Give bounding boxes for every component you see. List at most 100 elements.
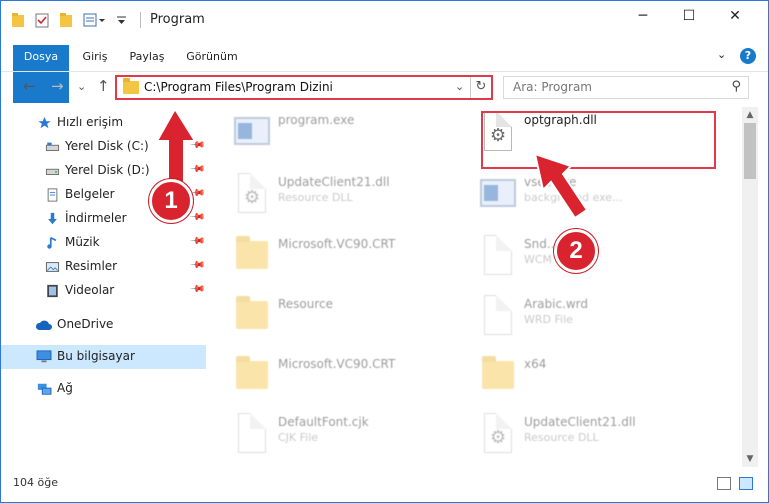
file-item[interactable]: ⚙ UpdateClient21.dll Resource DLL bbox=[460, 409, 710, 467]
file-name: Microsoft.VC90.CRT bbox=[278, 237, 396, 251]
cloud-icon bbox=[35, 320, 52, 330]
file-item[interactable]: DefaultFont.cjk CJK File bbox=[214, 409, 464, 467]
file-icon bbox=[234, 413, 270, 457]
tab-share[interactable]: Paylaş bbox=[123, 45, 171, 68]
address-row: ← → ⌄ ↑ C:\Program Files\Program Dizini … bbox=[1, 71, 768, 103]
ribbon-tabs: Dosya Giriş Paylaş Görünüm ⌄ bbox=[1, 45, 768, 103]
tab-view[interactable]: Görünüm bbox=[181, 45, 243, 68]
step-badge-2: 2 bbox=[554, 229, 598, 273]
file-name: program.exe bbox=[278, 113, 355, 127]
music-icon bbox=[47, 236, 57, 249]
maximize-button[interactable]: ☐ bbox=[666, 1, 712, 31]
status-bar: 104 öğe bbox=[1, 471, 768, 502]
search-box[interactable]: Ara: Program ⚲ bbox=[503, 76, 749, 99]
folder-icon bbox=[234, 355, 270, 399]
refresh-button[interactable]: ↻ bbox=[470, 77, 491, 98]
network-icon bbox=[37, 383, 52, 395]
search-input[interactable]: Ara: Program bbox=[513, 80, 592, 94]
exe-icon bbox=[480, 173, 516, 217]
nav-label: Müzik bbox=[65, 235, 100, 249]
nav-item-onedrive[interactable]: OneDrive bbox=[1, 313, 206, 337]
nav-label: İndirmeler bbox=[65, 211, 127, 225]
file-name: Resource bbox=[278, 297, 334, 311]
details-view-icon[interactable] bbox=[717, 477, 731, 490]
drive-icon bbox=[45, 168, 60, 175]
nav-label: Resimler bbox=[65, 259, 118, 273]
drive-icon bbox=[45, 142, 60, 151]
tab-home[interactable]: Giriş bbox=[75, 45, 115, 68]
nav-label: Ağ bbox=[57, 381, 73, 395]
folder-icon bbox=[123, 78, 139, 94]
nav-item-network[interactable]: Ağ bbox=[1, 377, 206, 401]
dll-icon: ⚙ bbox=[234, 173, 270, 217]
recent-locations-button[interactable]: ⌄ bbox=[77, 80, 86, 93]
folder-icon bbox=[480, 355, 516, 399]
exe-icon bbox=[234, 111, 270, 155]
file-name: UpdateClient21.dll bbox=[278, 175, 390, 189]
up-button[interactable]: ↑ bbox=[97, 77, 110, 95]
nav-item-this-pc[interactable]: Bu bilgisayar bbox=[1, 345, 206, 369]
customize-toolbar-icon[interactable] bbox=[83, 11, 109, 29]
scroll-thumb[interactable] bbox=[744, 123, 756, 179]
dll-icon: ⚙ bbox=[480, 413, 516, 457]
file-icon bbox=[480, 295, 516, 339]
quick-access-dropdown-icon[interactable] bbox=[115, 11, 129, 29]
folder-icon bbox=[234, 235, 270, 279]
forward-button[interactable]: → bbox=[51, 77, 64, 95]
search-icon[interactable]: ⚲ bbox=[731, 79, 741, 94]
address-dropdown-icon[interactable]: ⌄ bbox=[455, 80, 464, 93]
arrow-2-icon bbox=[533, 152, 589, 220]
nav-item-videos[interactable]: Videolar 📌 bbox=[1, 279, 206, 303]
download-icon bbox=[48, 212, 57, 225]
folder-item[interactable]: x64 bbox=[460, 351, 710, 409]
file-item[interactable]: ⚙ UpdateClient21.dll Resource DLL bbox=[214, 169, 464, 227]
nav-label: Yerel Disk (C:) bbox=[65, 139, 149, 153]
ribbon-expand-icon[interactable]: ⌄ bbox=[717, 48, 726, 61]
nav-label: Belgeler bbox=[65, 187, 115, 201]
file-name: Microsoft.VC90.CRT bbox=[278, 357, 396, 371]
properties-icon[interactable] bbox=[35, 11, 49, 29]
nav-item-music[interactable]: Müzik 📌 bbox=[1, 231, 206, 255]
folder-item[interactable]: Microsoft.VC90.CRT bbox=[214, 231, 464, 289]
file-type: WCM bbox=[524, 253, 553, 266]
nav-item-pictures[interactable]: Resimler 📌 bbox=[1, 255, 206, 279]
address-path[interactable]: C:\Program Files\Program Dizini bbox=[144, 80, 333, 94]
pin-icon[interactable]: 📌 bbox=[189, 233, 206, 250]
nav-label: Bu bilgisayar bbox=[57, 349, 135, 363]
folder-item[interactable]: Microsoft.VC90.CRT bbox=[214, 351, 464, 409]
scroll-up-icon[interactable]: ▲ bbox=[742, 107, 758, 123]
close-button[interactable]: ✕ bbox=[712, 1, 758, 31]
help-icon[interactable]: ? bbox=[740, 48, 756, 64]
file-name: UpdateClient21.dll bbox=[524, 415, 636, 429]
large-icons-view-icon[interactable] bbox=[739, 477, 753, 490]
item-count: 104 öğe bbox=[13, 476, 58, 489]
star-icon bbox=[38, 116, 51, 129]
nav-label: Hızlı erişim bbox=[57, 115, 124, 129]
file-name: Arabic.wrd bbox=[524, 297, 589, 311]
pin-icon[interactable]: 📌 bbox=[189, 257, 206, 274]
file-type: Resource DLL bbox=[278, 191, 353, 204]
file-name: x64 bbox=[524, 357, 547, 371]
minimize-button[interactable]: ─ bbox=[620, 1, 666, 31]
nav-label: Yerel Disk (D:) bbox=[65, 163, 150, 177]
folder-icon bbox=[234, 295, 270, 339]
step-badge-1: 1 bbox=[149, 179, 193, 223]
scroll-down-icon[interactable]: ▼ bbox=[742, 451, 758, 467]
file-type: Resource DLL bbox=[524, 431, 599, 444]
file-type: CJK File bbox=[278, 431, 319, 444]
title-bar: Program ─ ☐ ✕ bbox=[1, 1, 768, 39]
folder-item[interactable]: Resource bbox=[214, 291, 464, 349]
documents-icon bbox=[47, 188, 58, 202]
file-item[interactable]: Arabic.wrd WRD File bbox=[460, 291, 710, 349]
file-explorer-window: Program ─ ☐ ✕ Dosya Giriş Paylaş Görünüm… bbox=[0, 0, 769, 503]
window-title: Program bbox=[150, 12, 205, 27]
address-bar[interactable]: C:\Program Files\Program Dizini ⌄ ↻ bbox=[115, 75, 493, 100]
file-type: WRD File bbox=[524, 313, 573, 326]
file-item[interactable]: program.exe bbox=[214, 107, 464, 165]
vertical-scrollbar[interactable]: ▲ ▼ bbox=[742, 107, 758, 467]
file-icon bbox=[480, 235, 516, 279]
pin-icon[interactable]: 📌 bbox=[189, 281, 206, 298]
back-button[interactable]: ← bbox=[23, 77, 36, 95]
file-name: DefaultFont.cjk bbox=[278, 415, 369, 429]
new-folder-icon[interactable] bbox=[59, 11, 73, 29]
